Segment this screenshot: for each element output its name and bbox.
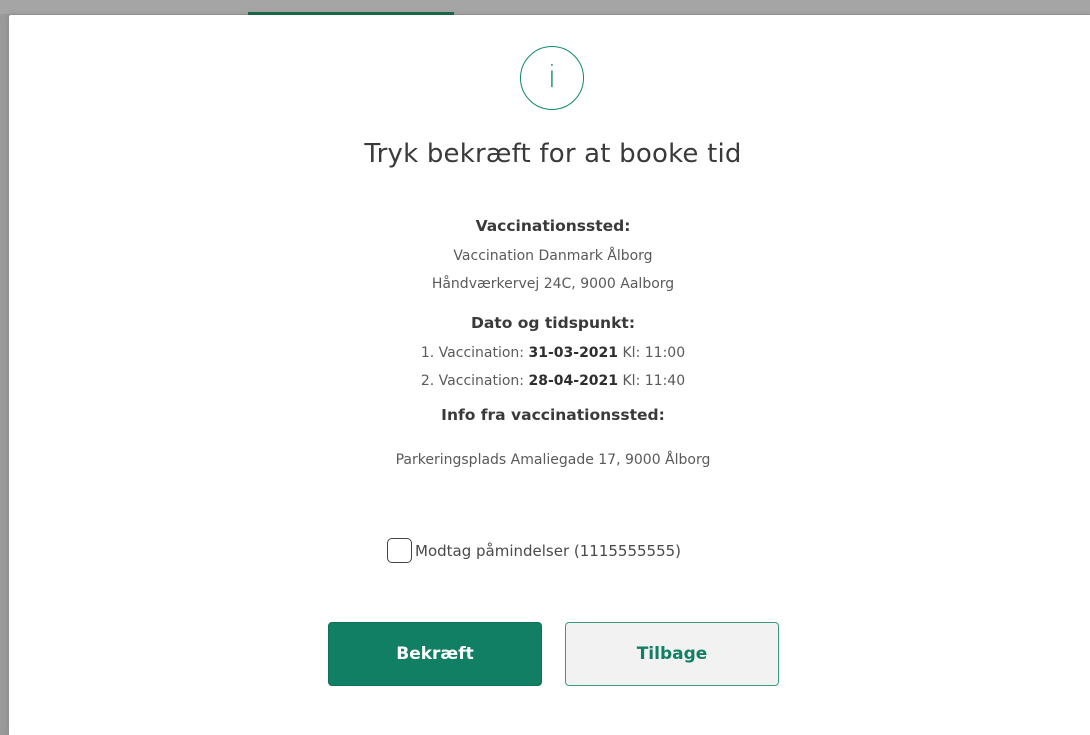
reminder-checkbox[interactable] (387, 538, 412, 563)
back-button[interactable]: Tilbage (565, 622, 779, 686)
location-heading: Vaccinationssted: (475, 217, 631, 235)
schedule-item-2-time: 11:40 (644, 373, 686, 389)
location-name: Vaccination Danmark Ålborg (453, 248, 653, 264)
schedule-item-1-label: 1. Vaccination: (420, 345, 525, 361)
info-icon: i (520, 46, 584, 110)
reminder-label[interactable]: Modtag påmindelser (1115555555) (415, 542, 681, 560)
schedule-item-2-label: 2. Vaccination: (420, 373, 525, 389)
reminder-option[interactable]: Modtag påmindelser (1115555555) (387, 538, 681, 563)
schedule-item-1: 1. Vaccination: 31-03-2021 Kl: 11:00 (0, 345, 1090, 361)
schedule-item-1-date: 31-03-2021 (528, 345, 619, 361)
info-icon-glyph: i (547, 60, 557, 95)
schedule-item-1-time-label: Kl: (622, 345, 641, 361)
location-address: Håndværkervej 24C, 9000 Aalborg (431, 276, 675, 292)
schedule-item-2: 2. Vaccination: 28-04-2021 Kl: 11:40 (0, 373, 1090, 389)
info-text: Parkeringsplads Amaliegade 17, 9000 Ålbo… (395, 452, 711, 468)
confirm-button[interactable]: Bekræft (328, 622, 542, 686)
schedule-item-1-time: 11:00 (644, 345, 686, 361)
dialog-title: Tryk bekræft for at booke tid (364, 139, 742, 169)
backdrop-header-strip (0, 0, 1090, 14)
info-heading: Info fra vaccinationssted: (441, 406, 665, 424)
schedule-heading: Dato og tidspunkt: (470, 314, 636, 332)
schedule-item-2-date: 28-04-2021 (528, 373, 619, 389)
schedule-item-2-time-label: Kl: (622, 373, 641, 389)
